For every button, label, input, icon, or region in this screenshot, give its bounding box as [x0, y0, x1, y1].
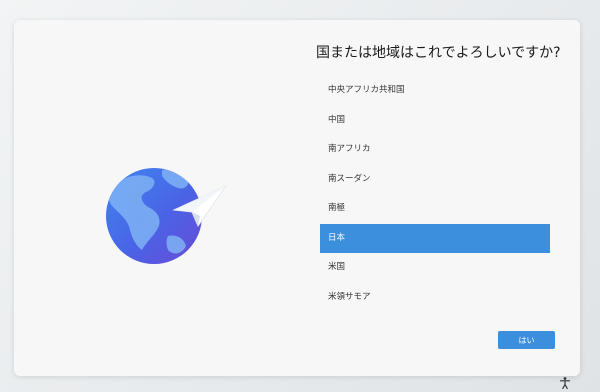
region-item[interactable]: 南スーダン [320, 165, 550, 195]
region-item[interactable]: 米国 [320, 253, 550, 283]
globe-with-paper-plane-icon [106, 168, 228, 264]
region-item[interactable]: 中国 [320, 106, 550, 136]
accessibility-icon[interactable] [558, 376, 572, 390]
region-item-selected[interactable]: 日本 [320, 223, 550, 253]
page-title: 国または地域はこれでよろしいですか? [316, 45, 561, 61]
region-setup-dialog: 国または地域はこれでよろしいですか? 中央アフリカ共和国 中国 南アフリカ 南ス… [14, 20, 580, 376]
region-selection-pane: 国または地域はこれでよろしいですか? 中央アフリカ共和国 中国 南アフリカ 南ス… [304, 20, 580, 376]
oobe-background: 国または地域はこれでよろしいですか? 中央アフリカ共和国 中国 南アフリカ 南ス… [0, 0, 600, 392]
region-item[interactable]: 中央アフリカ共和国 [320, 76, 550, 106]
region-item[interactable]: 南アフリカ [320, 135, 550, 165]
region-item[interactable]: 南極 [320, 194, 550, 224]
region-item[interactable]: 米領サモア [320, 283, 550, 313]
yes-button[interactable]: はい [498, 331, 555, 349]
illustration-pane [14, 20, 304, 376]
region-list[interactable]: 中央アフリカ共和国 中国 南アフリカ 南スーダン 南極 日本 米国 米領サモア [320, 76, 550, 312]
